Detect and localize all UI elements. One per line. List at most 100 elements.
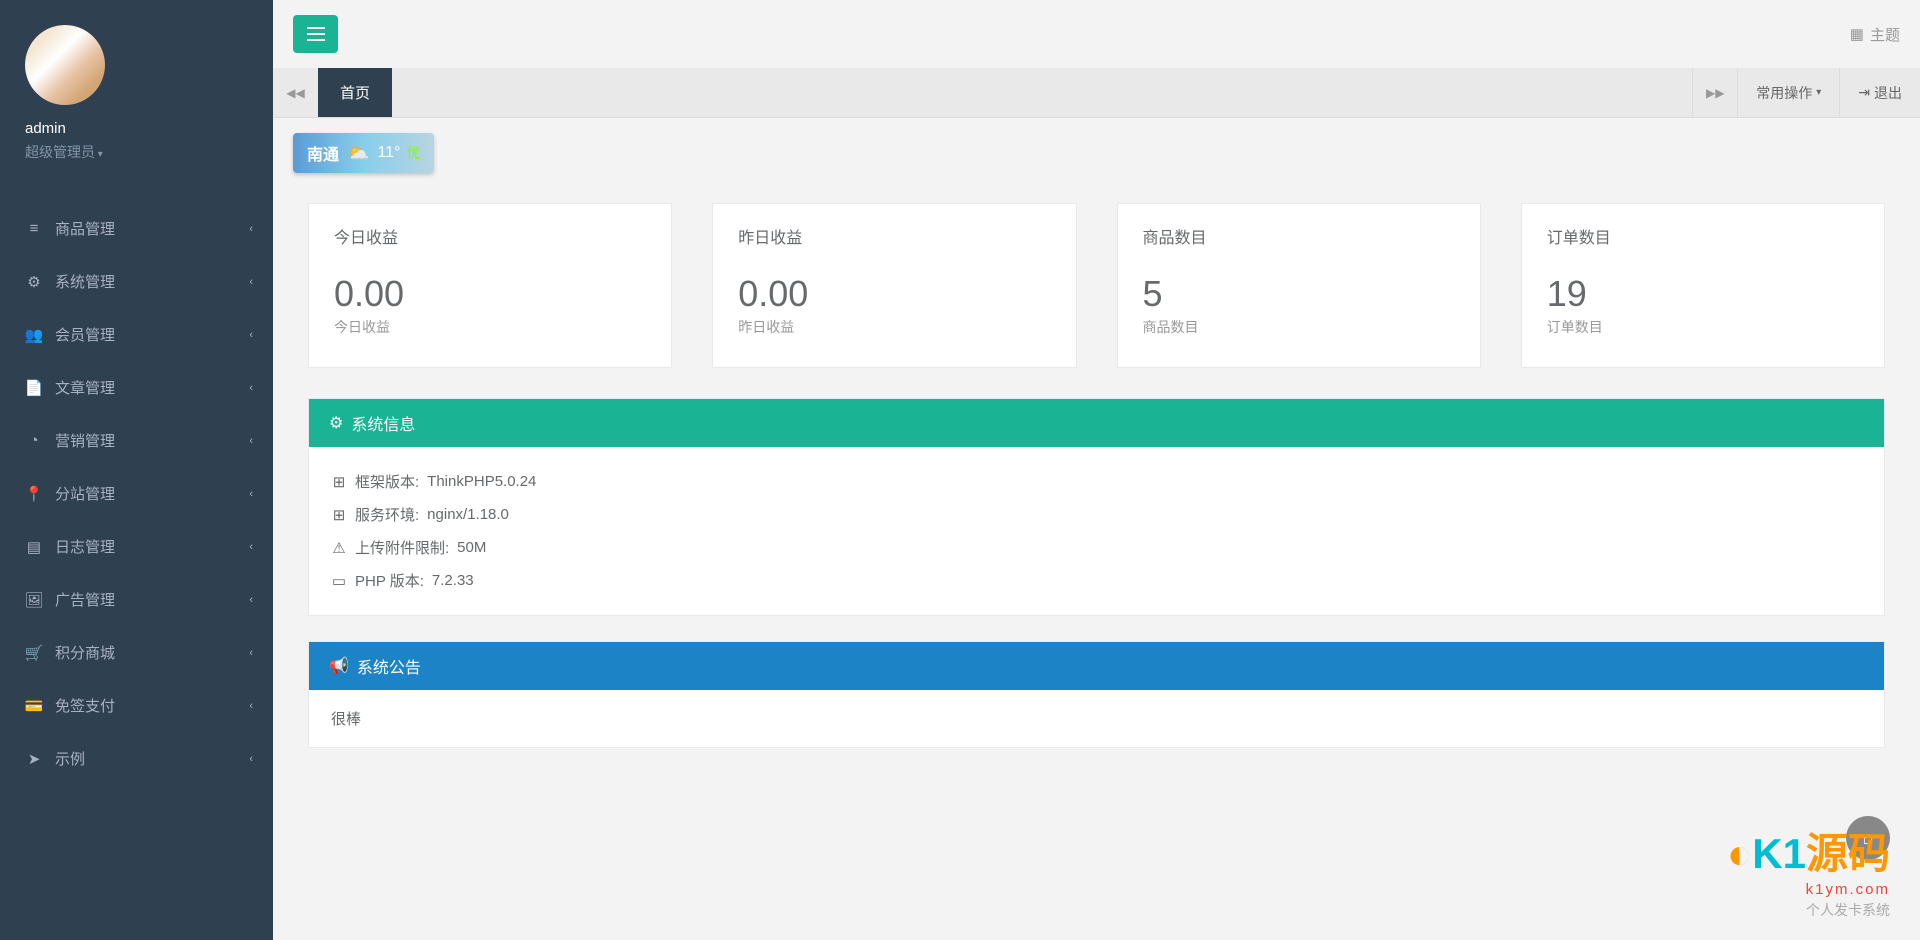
piechart-icon: ◔: [25, 432, 43, 449]
info-value: 7.2.33: [432, 572, 474, 589]
info-row-php: ▭ PHP 版本: 7.2.33: [331, 564, 1862, 597]
info-label: 框架版本:: [355, 471, 419, 492]
weather-cloud-icon: ⛅: [347, 143, 369, 164]
stat-value: 0.00: [738, 273, 1050, 315]
user-profile: admin 超级管理员: [0, 0, 273, 177]
system-notice-panel: 📢 系统公告 很棒: [308, 641, 1885, 748]
card-icon: 💳: [25, 697, 43, 715]
info-row-upload: ⚠ 上传附件限制: 50M: [331, 531, 1862, 564]
stat-value: 5: [1143, 273, 1455, 315]
info-value: nginx/1.18.0: [427, 506, 509, 523]
weather-city: 南通: [307, 141, 339, 165]
cogs-icon: ⚙: [329, 413, 343, 433]
info-value: 50M: [457, 539, 486, 556]
logout-label: 退出: [1874, 83, 1902, 103]
info-value: ThinkPHP5.0.24: [427, 473, 536, 490]
sitemap-icon: ⊞: [331, 473, 347, 491]
nav-item-articles[interactable]: 📄 文章管理 ‹: [0, 361, 273, 414]
users-icon: 👥: [25, 326, 43, 344]
sidebar: admin 超级管理员 ≡ 商品管理 ‹ ⚙ 系统管理 ‹ 👥 会员管理 ‹ 📄…: [0, 0, 273, 940]
watermark-sub: 个人发卡系统: [1727, 900, 1890, 920]
nav-label: 免签支付: [55, 695, 115, 716]
watermark-logo: ◐K1源码: [1727, 820, 1890, 881]
common-ops-label: 常用操作: [1756, 83, 1812, 103]
main: ▦ 主题 ◀◀ 首页 ▶▶ 常用操作 ▾ ⇥ 退出 南通 ⛅ 11° 优: [273, 0, 1920, 940]
pin-icon: 📍: [25, 485, 43, 503]
weather-quality: 优: [406, 143, 420, 163]
common-ops-dropdown[interactable]: 常用操作 ▾: [1737, 68, 1839, 117]
chevron-left-icon: ‹: [249, 382, 253, 394]
nav-item-payment[interactable]: 💳 免签支付 ‹: [0, 679, 273, 732]
tabbar: ◀◀ 首页 ▶▶ 常用操作 ▾ ⇥ 退出: [273, 68, 1920, 118]
stat-title: 订单数目: [1547, 224, 1859, 248]
chevron-left-icon: ‹: [249, 541, 253, 553]
list-icon: ≡: [25, 220, 43, 237]
gear-icon: ⚙: [25, 273, 43, 291]
cart-icon: 🛒: [25, 644, 43, 662]
sidebar-toggle-button[interactable]: [293, 15, 338, 53]
chevron-left-icon: ‹: [249, 223, 253, 235]
chevron-left-icon: ‹: [249, 647, 253, 659]
chevron-down-icon: ▾: [1816, 87, 1821, 98]
chevron-left-icon: ‹: [249, 753, 253, 765]
nav-item-marketing[interactable]: ◔ 营销管理 ‹: [0, 414, 273, 467]
logout-button[interactable]: ⇥ 退出: [1839, 68, 1920, 117]
stats-row: 今日收益 0.00 今日收益 昨日收益 0.00 昨日收益 商品数目 5 商品数…: [293, 203, 1900, 368]
stat-sub: 昨日收益: [738, 317, 1050, 337]
avatar[interactable]: [25, 25, 105, 105]
chevron-left-icon: ‹: [249, 276, 253, 288]
weather-temp: 11°: [377, 144, 400, 162]
windows-icon: ⊞: [331, 506, 347, 524]
stat-today-income: 今日收益 0.00 今日收益: [308, 203, 672, 368]
stat-sub: 商品数目: [1143, 317, 1455, 337]
stat-title: 今日收益: [334, 224, 646, 248]
panel-title: 系统信息: [351, 411, 415, 435]
nav-label: 会员管理: [55, 324, 115, 345]
topbar: ▦ 主题: [273, 0, 1920, 68]
content: 南通 ⛅ 11° 优 今日收益 0.00 今日收益 昨日收益 0.00 昨日收益…: [273, 118, 1920, 788]
nav-item-example[interactable]: ➤ 示例 ‹: [0, 732, 273, 785]
chevron-left-icon: ‹: [249, 594, 253, 606]
system-info-panel: ⚙ 系统信息 ⊞ 框架版本: ThinkPHP5.0.24 ⊞ 服务环境: ng…: [308, 398, 1885, 616]
role-dropdown[interactable]: 超级管理员: [25, 142, 248, 162]
info-label: PHP 版本:: [355, 570, 424, 591]
info-label: 服务环境:: [355, 504, 419, 525]
send-icon: ➤: [25, 750, 43, 768]
watermark: ◐K1源码 k1ym.com 个人发卡系统: [1727, 820, 1890, 920]
watermark-url: k1ym.com: [1727, 881, 1890, 898]
theme-button[interactable]: ▦ 主题: [1850, 24, 1900, 45]
logout-icon: ⇥: [1858, 84, 1870, 101]
info-label: 上传附件限制:: [355, 537, 449, 558]
nav-label: 分站管理: [55, 483, 115, 504]
stat-sub: 今日收益: [334, 317, 646, 337]
file-icon: 📄: [25, 379, 43, 397]
nav-item-points-mall[interactable]: 🛒 积分商城 ‹: [0, 626, 273, 679]
nav-item-ads[interactable]: 🖼 广告管理 ‹: [0, 573, 273, 626]
nav-label: 示例: [55, 748, 85, 769]
tabs-scroll-left[interactable]: ◀◀: [273, 68, 318, 117]
card-icon: ▭: [331, 572, 347, 590]
stat-title: 商品数目: [1143, 224, 1455, 248]
stat-products: 商品数目 5 商品数目: [1117, 203, 1481, 368]
rows-icon: ▤: [25, 538, 43, 556]
stat-yesterday-income: 昨日收益 0.00 昨日收益: [712, 203, 1076, 368]
panel-body: ⊞ 框架版本: ThinkPHP5.0.24 ⊞ 服务环境: nginx/1.1…: [309, 447, 1884, 615]
nav-label: 营销管理: [55, 430, 115, 451]
nav-item-products[interactable]: ≡ 商品管理 ‹: [0, 202, 273, 255]
bullhorn-icon: 📢: [329, 656, 349, 676]
nav-item-substation[interactable]: 📍 分站管理 ‹: [0, 467, 273, 520]
nav-label: 广告管理: [55, 589, 115, 610]
panel-body: 很棒: [309, 690, 1884, 747]
nav-label: 系统管理: [55, 271, 115, 292]
theme-label: 主题: [1870, 24, 1900, 45]
nav-item-members[interactable]: 👥 会员管理 ‹: [0, 308, 273, 361]
tab-home[interactable]: 首页: [318, 68, 392, 117]
tabs-scroll-right[interactable]: ▶▶: [1692, 68, 1737, 117]
nav-list: ≡ 商品管理 ‹ ⚙ 系统管理 ‹ 👥 会员管理 ‹ 📄 文章管理 ‹ ◔ 营销…: [0, 202, 273, 785]
nav-item-system[interactable]: ⚙ 系统管理 ‹: [0, 255, 273, 308]
weather-widget[interactable]: 南通 ⛅ 11° 优: [293, 133, 434, 173]
stat-value: 19: [1547, 273, 1859, 315]
nav-item-logs[interactable]: ▤ 日志管理 ‹: [0, 520, 273, 573]
stat-orders: 订单数目 19 订单数目: [1521, 203, 1885, 368]
stat-sub: 订单数目: [1547, 317, 1859, 337]
